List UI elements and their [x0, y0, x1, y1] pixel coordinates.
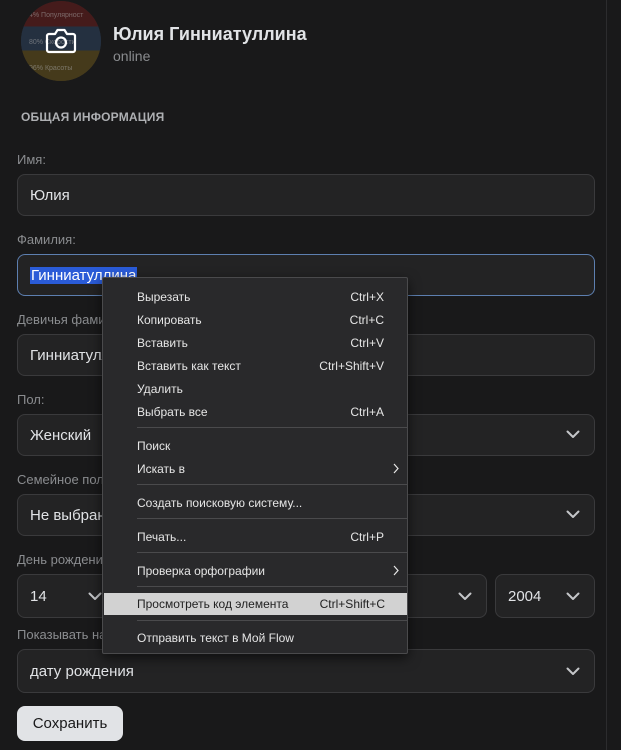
- menu-separator: [137, 586, 407, 587]
- chevron-right-icon: [393, 463, 399, 474]
- first-name-label: Имя:: [17, 152, 46, 167]
- section-title: ОБЩАЯ ИНФОРМАЦИЯ: [21, 110, 165, 124]
- menu-item-shortcut: Ctrl+V: [350, 336, 384, 350]
- gender-label: Пол:: [17, 392, 45, 407]
- menu-item-print[interactable]: Печать... Ctrl+P: [103, 526, 407, 548]
- chevron-down-icon: [566, 667, 580, 675]
- menu-item-shortcut: Ctrl+C: [349, 313, 384, 327]
- save-button[interactable]: Сохранить: [17, 706, 123, 741]
- show-birthday-select[interactable]: дату рождения: [17, 649, 595, 693]
- menu-item-label: Выбрать все: [137, 405, 208, 419]
- profile-name: Юлия Гинниатуллина: [113, 24, 307, 44]
- show-birthday-value: дату рождения: [30, 662, 134, 680]
- menu-separator: [137, 518, 407, 519]
- menu-item-delete[interactable]: Удалить: [103, 378, 407, 400]
- menu-item-label: Поиск: [137, 439, 171, 453]
- gender-value: Женский: [30, 426, 92, 444]
- menu-item-label: Вставить как текст: [137, 359, 241, 373]
- chevron-down-icon: [566, 510, 580, 518]
- menu-item-create-search-engine[interactable]: Создать поисковую систему...: [103, 492, 407, 514]
- menu-item-cut[interactable]: Вырезать Ctrl+X: [103, 286, 407, 308]
- menu-item-shortcut: Ctrl+Shift+V: [319, 359, 384, 373]
- menu-item-label: Удалить: [137, 382, 183, 396]
- camera-icon[interactable]: [45, 27, 77, 55]
- chevron-right-icon: [393, 565, 399, 576]
- context-menu: Вырезать Ctrl+X Копировать Ctrl+C Встави…: [102, 277, 408, 654]
- menu-separator: [137, 620, 407, 621]
- menu-item-label: Вырезать: [137, 290, 191, 304]
- chevron-down-icon: [566, 430, 580, 438]
- menu-item-copy[interactable]: Копировать Ctrl+C: [103, 309, 407, 331]
- first-name-field[interactable]: Юлия: [17, 174, 595, 216]
- menu-item-label: Создать поисковую систему...: [137, 496, 303, 510]
- menu-item-inspect[interactable]: Просмотреть код элемента Ctrl+Shift+C: [104, 593, 407, 615]
- menu-separator: [137, 427, 407, 428]
- chevron-down-icon: [458, 592, 472, 600]
- birthday-year-value: 2004: [508, 587, 542, 605]
- menu-item-search-in[interactable]: Искать в: [103, 458, 407, 480]
- birthday-year-select[interactable]: 2004: [495, 574, 595, 618]
- menu-item-shortcut: Ctrl+Shift+C: [319, 597, 385, 611]
- avatar[interactable]: 4% Популярност 80% Скорости 96% Красоты: [21, 1, 101, 81]
- menu-item-shortcut: Ctrl+X: [350, 290, 384, 304]
- menu-item-label: Копировать: [137, 313, 202, 327]
- online-status: online: [113, 48, 151, 64]
- chevron-down-icon: [566, 592, 580, 600]
- menu-item-paste-plain[interactable]: Вставить как текст Ctrl+Shift+V: [103, 355, 407, 377]
- menu-item-select-all[interactable]: Выбрать все Ctrl+A: [103, 401, 407, 423]
- birthday-day-value: 14: [30, 587, 47, 605]
- menu-item-label: Отправить текст в Мой Flow: [137, 631, 294, 645]
- chevron-down-icon: [88, 592, 102, 600]
- birthday-label: День рождения:: [17, 552, 114, 567]
- menu-item-shortcut: Ctrl+P: [350, 530, 384, 544]
- menu-item-label: Вставить: [137, 336, 188, 350]
- menu-separator: [137, 552, 407, 553]
- menu-item-label: Проверка орфографии: [137, 564, 265, 578]
- first-name-value: Юлия: [30, 186, 70, 204]
- menu-item-paste[interactable]: Вставить Ctrl+V: [103, 332, 407, 354]
- menu-item-search[interactable]: Поиск: [103, 435, 407, 457]
- menu-item-shortcut: Ctrl+A: [350, 405, 384, 419]
- menu-separator: [137, 484, 407, 485]
- menu-item-label: Печать...: [137, 530, 187, 544]
- menu-item-label: Просмотреть код элемента: [137, 597, 289, 611]
- menu-item-send-to-flow[interactable]: Отправить текст в Мой Flow: [103, 627, 407, 649]
- menu-item-label: Искать в: [137, 462, 186, 476]
- menu-item-spellcheck[interactable]: Проверка орфографии: [103, 560, 407, 582]
- last-name-label: Фамилия:: [17, 232, 76, 247]
